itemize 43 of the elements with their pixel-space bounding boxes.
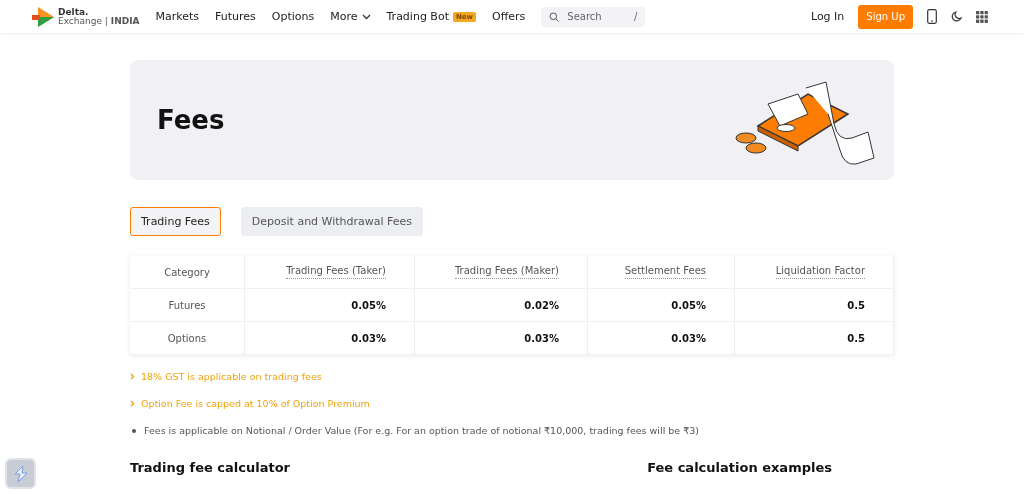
mobile-phone-icon[interactable] — [927, 9, 937, 24]
chevron-right-icon — [130, 400, 135, 407]
column-header: Settlement Fees — [588, 256, 735, 289]
table-cell: 0.03% — [415, 322, 588, 355]
section-heading: Fee calculation examples — [647, 460, 832, 475]
note-text: Fees is applicable on Notional / Order Value (For e.g. For an option trade of notional ₹10,000, trading fees will be ₹3) — [144, 425, 699, 436]
search-field[interactable]: Search / — [541, 6, 646, 27]
nav-link[interactable]: Trading Bot — [386, 10, 449, 23]
nav-link[interactable]: Futures — [215, 10, 256, 23]
table-cell: 0.03% — [588, 322, 735, 355]
column-header: Trading Fees (Maker) — [415, 256, 588, 289]
nav-link[interactable]: Markets — [155, 10, 199, 23]
logo-subtitle: Exchange | INDIA — [58, 16, 140, 26]
login-link[interactable]: Log In — [810, 10, 845, 23]
column-header: Category — [130, 256, 245, 289]
chevron-right-icon — [130, 373, 135, 380]
nav-link[interactable]: Options — [271, 10, 315, 23]
nav-link[interactable]: More — [330, 10, 371, 23]
table-cell: Futures — [130, 289, 245, 322]
note-text: 18% GST is applicable on trading fees — [141, 371, 322, 382]
logo-icon — [32, 6, 54, 27]
table-cell: 0.03% — [245, 322, 415, 355]
note-text: Option Fee is capped at 10% of Option Premium — [141, 398, 370, 409]
column-header: Liquidation Factor — [735, 256, 894, 289]
chevron-down-icon — [361, 13, 371, 20]
tab[interactable]: Deposit and Withdrawal Fees — [240, 207, 424, 236]
logo-text: Delta. — [58, 7, 90, 17]
search-icon — [549, 11, 560, 22]
lightning-icon — [12, 464, 29, 483]
nav-link[interactable]: Offers — [492, 10, 526, 23]
apps-grid-icon[interactable] — [976, 10, 988, 23]
column-header: Trading Fees (Taker) — [245, 256, 415, 289]
table-cell: Options — [130, 322, 245, 355]
table-cell: 0.5 — [735, 322, 894, 355]
page-title: Fees — [157, 105, 225, 135]
tab[interactable]: Trading Fees — [130, 207, 221, 236]
table-cell: 0.05% — [245, 289, 415, 322]
section-heading: Trading fee calculator — [130, 460, 290, 475]
table-cell: 0.02% — [415, 289, 588, 322]
bullet-icon — [132, 428, 136, 433]
moon-icon[interactable] — [951, 11, 962, 22]
table-cell: 0.05% — [588, 289, 735, 322]
table-cell: 0.5 — [735, 289, 894, 322]
